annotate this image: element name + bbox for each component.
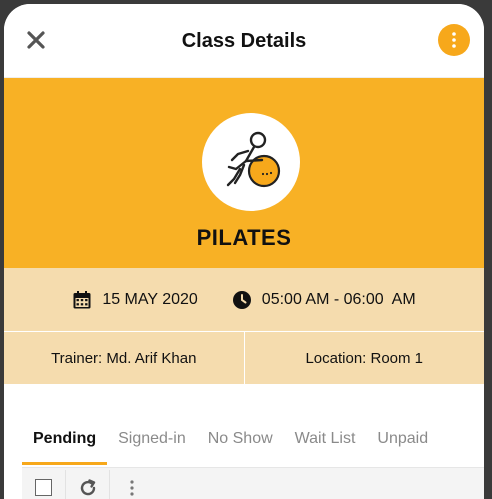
time-item: 05:00 AM - 06:00 AM bbox=[232, 290, 416, 310]
class-time: 05:00 AM - 06:00 AM bbox=[261, 290, 416, 308]
location-info: Location: Room 1 bbox=[243, 332, 485, 384]
calendar-icon bbox=[73, 290, 91, 308]
more-vertical-icon bbox=[452, 32, 456, 48]
tab-pending[interactable]: Pending bbox=[22, 424, 108, 465]
page-title: Class Details bbox=[181, 30, 307, 52]
tab-no-show[interactable]: No Show bbox=[197, 424, 284, 462]
select-all-checkbox[interactable] bbox=[22, 469, 66, 499]
class-date: 15 MAY 2020 bbox=[102, 290, 198, 308]
toolbar-more-button[interactable] bbox=[110, 470, 154, 499]
class-info-panel: 15 MAY 2020 05:00 AM - 06:00 AM Trainer:… bbox=[4, 268, 484, 384]
tab-unpaid[interactable]: Unpaid bbox=[366, 424, 439, 462]
trainer-info: Trainer: Md. Arif Khan bbox=[51, 349, 197, 367]
class-name: PILATES bbox=[196, 225, 292, 250]
list-toolbar bbox=[22, 467, 484, 499]
class-hero-banner: PILATES bbox=[4, 78, 484, 268]
refresh-icon bbox=[80, 478, 95, 495]
class-icon-badge bbox=[202, 113, 300, 211]
more-options-button[interactable] bbox=[438, 24, 470, 56]
refresh-button[interactable] bbox=[66, 469, 110, 499]
pilates-ball-icon bbox=[226, 131, 281, 188]
top-app-bar: Class Details bbox=[4, 4, 484, 78]
tab-signed-in[interactable]: Signed-in bbox=[107, 424, 197, 462]
schedule-row: 15 MAY 2020 05:00 AM - 06:00 AM bbox=[4, 268, 484, 332]
tab-wait-list[interactable]: Wait List bbox=[284, 424, 367, 462]
checkbox-icon bbox=[35, 479, 52, 496]
class-meta-row: Trainer: Md. Arif Khan Location: Room 1 bbox=[4, 332, 484, 384]
attendance-tabs: Pending Signed-in No Show Wait List Unpa… bbox=[4, 424, 484, 468]
clock-icon bbox=[232, 290, 251, 309]
more-vertical-icon bbox=[130, 479, 134, 496]
date-item: 15 MAY 2020 bbox=[72, 290, 198, 310]
phone-screen: Class Details PILATES 15 MAY 2020 05:00 … bbox=[4, 4, 484, 499]
